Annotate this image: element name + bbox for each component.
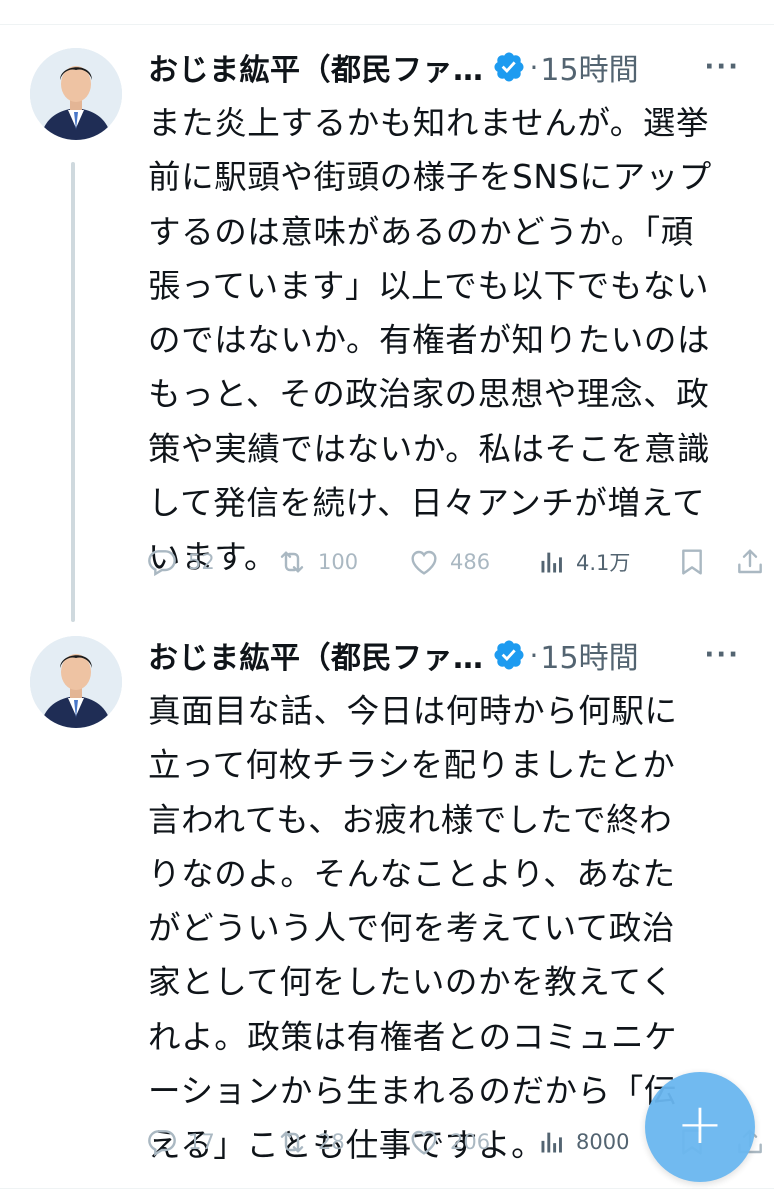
top-divider (0, 24, 774, 25)
reply-icon (148, 1130, 176, 1157)
timestamp[interactable]: 15時間 (540, 633, 638, 677)
plus-icon: + (676, 1092, 724, 1157)
retweet-icon (280, 551, 304, 573)
retweet-button[interactable]: 100 (276, 542, 358, 582)
timestamp[interactable]: 15時間 (540, 45, 638, 89)
views-count: 8000 (576, 1130, 630, 1154)
avatar-photo (30, 636, 122, 728)
retweet-icon (280, 1131, 304, 1153)
views-bar-chart-icon (541, 1132, 562, 1153)
verified-badge-icon (492, 638, 526, 672)
reply-count: 52 (188, 550, 215, 574)
bottom-divider (0, 1188, 774, 1189)
tweet-header: おじま紘平（都民ファ… · 15時間 ··· (148, 44, 758, 90)
separator-dot: · (529, 638, 539, 672)
more-options-icon[interactable]: ··· (704, 640, 740, 670)
reply-count: 17 (188, 1130, 215, 1154)
like-count: 486 (450, 550, 491, 574)
author-name[interactable]: おじま紘平（都民ファ… (148, 45, 484, 89)
separator-dot: · (529, 50, 539, 84)
more-options-icon[interactable]: ··· (704, 52, 740, 82)
share-icon (738, 549, 762, 574)
tweet-header: おじま紘平（都民ファ… · 15時間 ··· (148, 632, 758, 678)
like-button[interactable]: 486 (408, 542, 490, 582)
views-bar-chart-icon (541, 552, 562, 573)
compose-tweet-button[interactable]: + (645, 1072, 755, 1182)
thread-connector-line (71, 162, 75, 622)
reply-button[interactable]: 17 (146, 1122, 215, 1162)
retweet-button[interactable]: 28 (276, 1122, 345, 1162)
heart-icon (411, 1130, 437, 1155)
verified-badge-icon (492, 50, 526, 84)
bookmark-button[interactable] (676, 542, 708, 582)
retweet-count: 100 (318, 550, 359, 574)
like-count: 206 (450, 1130, 491, 1154)
bookmark-icon (682, 549, 702, 575)
views-button[interactable]: 4.1万 (538, 542, 630, 582)
tweet-text: また炎上するかも知れませんが。選挙 前に駅頭や街頭の様子をSNSにアップ するの… (148, 104, 712, 577)
views-button[interactable]: 8000 (538, 1122, 629, 1162)
avatar[interactable] (30, 636, 122, 728)
views-count: 4.1万 (576, 551, 631, 575)
avatar[interactable] (30, 48, 122, 140)
heart-icon (411, 550, 437, 575)
avatar-photo (30, 48, 122, 140)
reply-icon (148, 550, 176, 577)
like-button[interactable]: 206 (408, 1122, 490, 1162)
share-button[interactable] (734, 542, 766, 582)
reply-button[interactable]: 52 (146, 542, 215, 582)
author-name[interactable]: おじま紘平（都民ファ… (148, 633, 484, 677)
retweet-count: 28 (318, 1130, 345, 1154)
tweet-actions: 52 100 486 4.1万 (146, 542, 766, 582)
